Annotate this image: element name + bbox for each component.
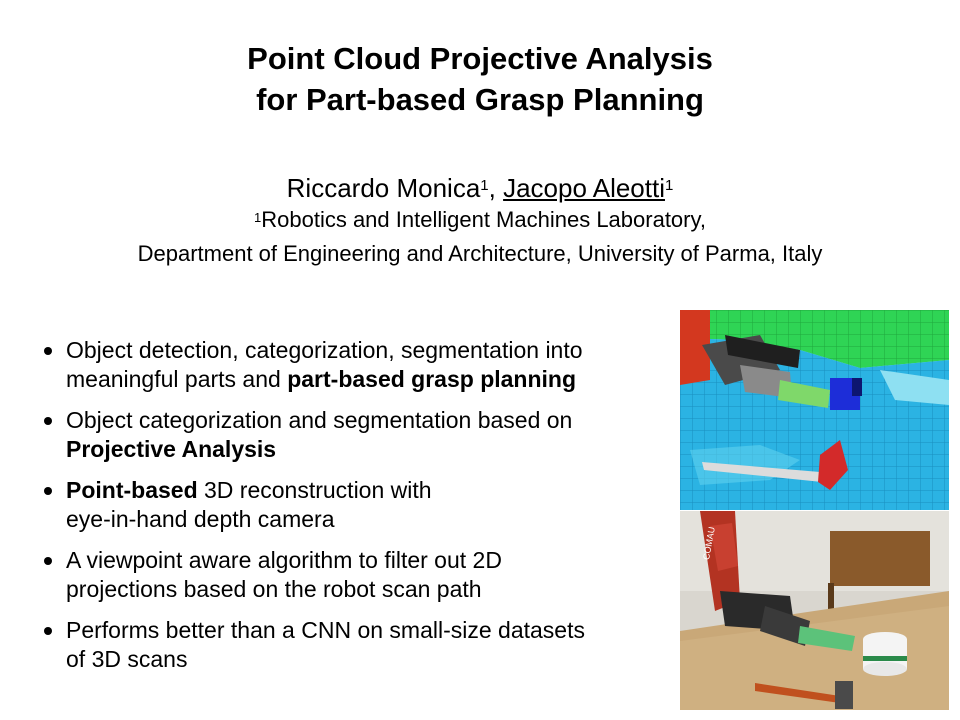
bullet-item: Object categorization and segmentation b… [40,406,680,464]
affiliation-lab-text: Robotics and Intelligent Machines Labora… [261,207,706,232]
title-line-1: Point Cloud Projective Analysis [247,41,713,76]
author-monica: Riccardo Monica [286,173,481,203]
bullet-emphasis: Point-based [66,477,198,503]
author-monica-affiliation-mark: 1 [480,177,489,194]
title-line-2: for Part-based Grasp Planning [256,82,704,117]
bullet-emphasis: part-based grasp planning [287,366,577,392]
reconstruction-image [680,310,949,510]
author-list: Riccardo Monica1, Jacopo Aleotti1 [0,172,960,204]
bullet-dot-icon [44,347,52,355]
bullet-item: Object detection, categorization, segmen… [40,336,680,394]
affiliation-lab: 1Robotics and Intelligent Machines Labor… [0,206,960,234]
author-aleotti: Jacopo Aleotti [503,173,665,203]
bullet-item: A viewpoint aware algorithm to filter ou… [40,546,680,604]
bullet-dot-icon [44,417,52,425]
affiliation-mark: 1 [254,210,262,225]
bullet-text: eye-in-hand depth camera [66,506,335,532]
bullet-text: Projective Analysis [66,435,680,464]
robot-photo: COMAU [680,511,949,710]
author-separator: , [488,173,504,203]
bullet-item: Point-based 3D reconstruction with eye-i… [40,476,680,534]
bullet-text: Object categorization and segmentation b… [66,407,573,433]
bullet-item: Performs better than a CNN on small-size… [40,616,680,674]
bullet-list: Object detection, categorization, segmen… [40,336,680,686]
slide-title: Point Cloud Projective Analysis for Part… [0,38,960,120]
bullet-text: Object detection, categorization, segmen… [66,337,583,363]
bullet-dot-icon [44,557,52,565]
bullet-emphasis: Projective Analysis [66,436,277,462]
bullet-text: meaningful parts and part-based grasp pl… [66,366,577,392]
bullet-text: projections based on the robot scan path [66,576,482,602]
bullet-dot-icon [44,627,52,635]
author-aleotti-affiliation-mark: 1 [664,177,674,194]
bullet-text: of 3D scans [66,646,188,672]
bullet-text: Point-based 3D reconstruction with [66,477,432,503]
bullet-dot-icon [44,487,52,495]
bullet-text: A viewpoint aware algorithm to filter ou… [66,547,502,573]
affiliation-department: Department of Engineering and Architectu… [137,241,823,266]
bullet-text: Performs better than a CNN on small-size… [66,617,585,643]
